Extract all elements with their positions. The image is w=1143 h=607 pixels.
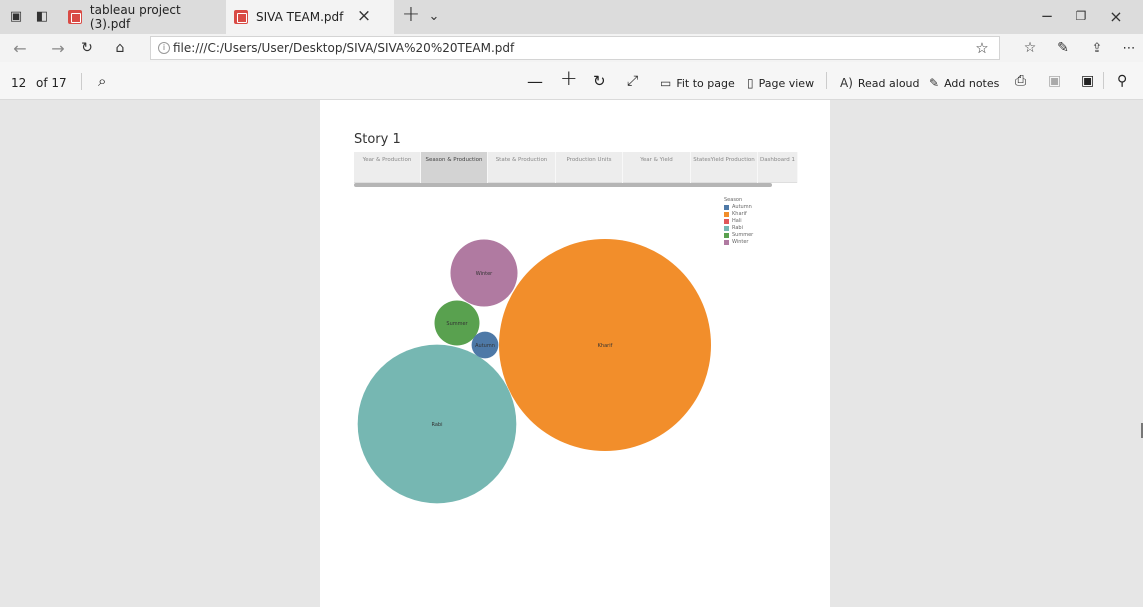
season-production-bubble-chart: Kharif Rabi Winter Summer Autumn — [357, 239, 711, 504]
bubble-label-summer: Summer — [446, 321, 468, 327]
bubble-label-rabi: Rabi — [432, 422, 443, 428]
bubble-layer: Kharif Rabi Winter Summer Autumn — [357, 239, 711, 504]
bubble-label-winter: Winter — [476, 271, 493, 277]
bubble-label-autumn: Autumn — [475, 343, 495, 349]
bubble-label-kharif: Kharif — [598, 343, 613, 349]
